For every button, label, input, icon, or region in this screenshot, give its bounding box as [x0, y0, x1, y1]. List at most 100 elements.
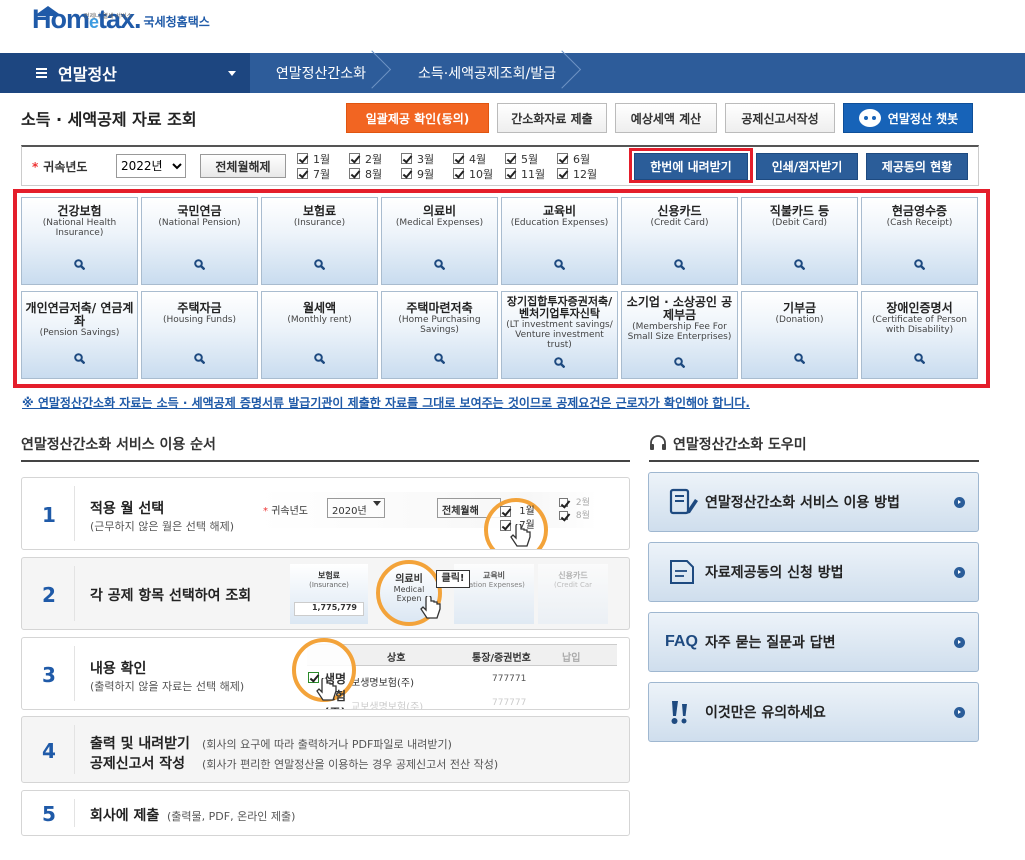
- pointer-hand-icon: [316, 678, 337, 701]
- month-4-checkbox[interactable]: 4월: [453, 152, 505, 166]
- breadcrumb-deduction-lookup[interactable]: 소득·세액공제조회/발급: [390, 53, 580, 93]
- help-label: 자료제공동의 신청 방법: [705, 565, 844, 581]
- category-lt-investment[interactable]: 장기집합투자증권저축/ 벤처기업투자신탁 (LT investment savin…: [501, 291, 618, 379]
- nav-menu-label: 연말정산: [58, 65, 117, 84]
- headset-icon: [650, 435, 666, 450]
- write-deduction-form-button[interactable]: 공제신고서작성: [725, 103, 835, 133]
- chevron-right-icon: [954, 637, 965, 648]
- download-all-button[interactable]: 한번에 내려받기: [634, 153, 748, 180]
- estimate-tax-button[interactable]: 예상세액 계산: [615, 103, 717, 133]
- year-label: * 귀속년도: [32, 159, 88, 174]
- search-icon: [314, 353, 325, 364]
- category-donation[interactable]: 기부금 (Donation): [741, 291, 858, 379]
- logo-name: 국세청홈택스: [143, 15, 210, 29]
- search-icon: [794, 259, 805, 270]
- month-11-checkbox[interactable]: 11월: [505, 167, 557, 181]
- month-5-checkbox[interactable]: 5월: [505, 152, 557, 166]
- help-label: 자주 묻는 질문과 답변: [705, 635, 836, 651]
- step-subtitle: (출력물, PDF, 온라인 제출): [167, 810, 296, 823]
- step2-credit-tile: 신용카드 (Credit Car: [538, 564, 608, 624]
- step-subtitle-2: (회사가 편리한 연말정산을 이용하는 경우 공제신고서 전산 작성): [202, 758, 499, 771]
- main-nav: 연말정산 연말정산간소화 소득·세액공제조회/발급: [0, 53, 1025, 93]
- highlight-ring: 의료비 Medical Expen: [376, 560, 442, 626]
- search-icon: [914, 353, 925, 364]
- step-title: 출력 및 내려받기: [90, 736, 190, 752]
- click-tooltip: 클릭!: [436, 570, 470, 588]
- logo-tagline: 언제나 열세 서비스: [84, 13, 132, 20]
- nav-menu-year-end[interactable]: 연말정산: [0, 53, 250, 93]
- category-health-insurance[interactable]: 건강보험 (National Health Insurance): [21, 197, 138, 285]
- chevron-right-icon: [954, 707, 965, 718]
- month-3-checkbox[interactable]: 3월: [401, 152, 453, 166]
- category-medical[interactable]: 의료비 (Medical Expenses): [381, 197, 498, 285]
- step-title: 적용 월 선택: [90, 501, 165, 517]
- help-faq[interactable]: FAQ 자주 묻는 질문과 답변: [648, 612, 979, 672]
- category-insurance[interactable]: 보험료 (Insurance): [261, 197, 378, 285]
- step-title: 각 공제 항목 선택하여 조회: [90, 588, 252, 604]
- step-1: 1 적용 월 선택 (근무하지 않은 월은 선택 해제) * 귀속년도 2020…: [21, 477, 630, 550]
- breadcrumb-simplified[interactable]: 연말정산간소화: [250, 53, 390, 93]
- category-housing-funds[interactable]: 주택자금 (Housing Funds): [141, 291, 258, 379]
- steps-section-title: 연말정산간소화 서비스 이용 순서: [21, 434, 630, 462]
- document-icon: [670, 560, 694, 584]
- chatbot-button[interactable]: 연말정산 챗봇: [843, 103, 973, 133]
- category-disability-certificate[interactable]: 장애인증명서 (Certificate of Person with Disabi…: [861, 291, 978, 379]
- step-subtitle: (회사의 요구에 따라 출력하거나 PDF파일로 내려받기): [202, 738, 452, 751]
- help-consent-guide[interactable]: 자료제공동의 신청 방법: [648, 542, 979, 602]
- help-cautions[interactable]: 이것만은 유의하세요: [648, 682, 979, 742]
- month-9-checkbox[interactable]: 9월: [401, 167, 453, 181]
- category-pension-savings[interactable]: 개인연금저축/ 연금계좌 (Pension Savings): [21, 291, 138, 379]
- month-2-checkbox[interactable]: 2월: [349, 152, 401, 166]
- search-icon: [434, 259, 445, 270]
- search-icon: [674, 357, 685, 368]
- step-title: 회사에 제출: [90, 808, 160, 824]
- pointer-hand-icon: [510, 524, 531, 547]
- category-national-pension[interactable]: 국민연금 (National Pension): [141, 197, 258, 285]
- step-4: 4 출력 및 내려받기 (회사의 요구에 따라 출력하거나 PDF파일로 내려받…: [21, 716, 630, 783]
- search-icon: [194, 259, 205, 270]
- month-6-checkbox[interactable]: 6월: [557, 152, 609, 166]
- year-select[interactable]: 2022년: [116, 154, 186, 178]
- month-1-checkbox[interactable]: 1월: [297, 152, 349, 166]
- category-credit-card[interactable]: 신용카드 (Credit Card): [621, 197, 738, 285]
- site-header: 언제나 열세 서비스 Hometax. 국세청홈택스: [0, 0, 1025, 53]
- pointer-hand-icon: [420, 596, 441, 619]
- submit-data-button[interactable]: 간소화자료 제출: [497, 103, 607, 133]
- highlight-ring: 생명보험(주): [292, 638, 356, 709]
- category-monthly-rent[interactable]: 월세액 (Monthly rent): [261, 291, 378, 379]
- category-education[interactable]: 교육비 (Education Expenses): [501, 197, 618, 285]
- top-button-bar: 일괄제공 확인(동의) 간소화자료 제출 예상세액 계산 공제신고서작성 연말정…: [346, 103, 981, 133]
- chatbot-label: 연말정산 챗봇: [887, 111, 959, 126]
- chevron-down-icon: [228, 71, 236, 76]
- document-edit-icon: [669, 488, 698, 515]
- step-number: 2: [42, 583, 56, 607]
- month-7-checkbox[interactable]: 7월: [297, 167, 349, 181]
- search-icon: [434, 353, 445, 364]
- print-braille-button[interactable]: 인쇄/점자받기: [756, 153, 858, 180]
- hometax-logo[interactable]: 언제나 열세 서비스 Hometax. 국세청홈택스: [32, 6, 210, 33]
- month-10-checkbox[interactable]: 10월: [453, 167, 505, 181]
- faq-icon: FAQ: [665, 633, 698, 650]
- category-cash-receipt[interactable]: 현금영수증 (Cash Receipt): [861, 197, 978, 285]
- month-8-checkbox[interactable]: 8월: [349, 167, 401, 181]
- category-home-purchasing-savings[interactable]: 주택마련저축 (Home Purchasing Savings): [381, 291, 498, 379]
- chatbot-icon: [858, 109, 881, 127]
- step-title-2: 공제신고서 작성: [90, 756, 186, 772]
- help-label: 이것만은 유의하세요: [705, 705, 826, 721]
- search-icon: [194, 353, 205, 364]
- step-number: 1: [42, 503, 56, 527]
- chevron-right-icon: [954, 567, 965, 578]
- help-usage-guide[interactable]: 연말정산간소화 서비스 이용 방법: [648, 472, 979, 532]
- deselect-all-months-button[interactable]: 전체월해제: [200, 154, 286, 178]
- consent-status-button[interactable]: 제공동의 현황: [866, 153, 968, 180]
- search-icon: [914, 259, 925, 270]
- page-title: 소득 · 세액공제 자료 조회: [21, 110, 197, 129]
- category-debit-card[interactable]: 직불카드 등 (Debit Card): [741, 197, 858, 285]
- month-12-checkbox[interactable]: 12월: [557, 167, 609, 181]
- chevron-right-icon: [954, 497, 965, 508]
- exclamation-icon: [671, 701, 687, 724]
- step-number: 3: [42, 663, 56, 687]
- bulk-consent-button[interactable]: 일괄제공 확인(동의): [346, 103, 489, 133]
- category-small-business[interactable]: 소기업 · 소상공인 공제부금 (Membership Fee For Small…: [621, 291, 738, 379]
- step-2: 2 각 공제 항목 선택하여 조회 보험료 (Insurance) 1,775,…: [21, 557, 630, 630]
